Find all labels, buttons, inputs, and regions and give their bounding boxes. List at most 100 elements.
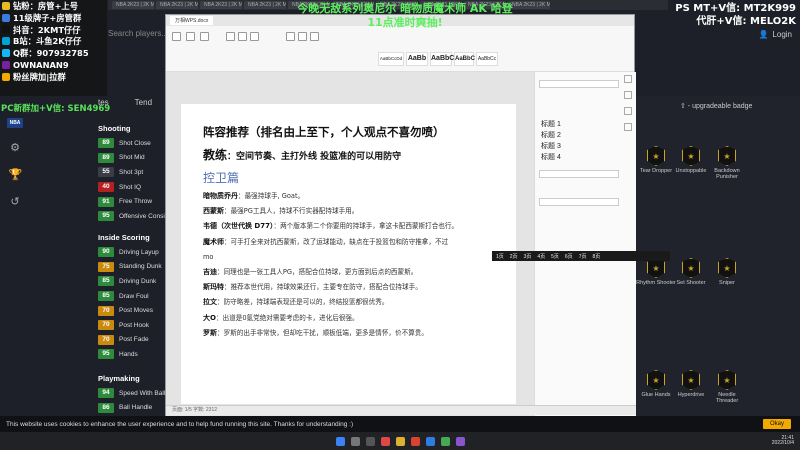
pen-icon[interactable] bbox=[624, 91, 632, 99]
attribute-row[interactable]: 89 Shot Mid bbox=[98, 151, 165, 166]
style-heading-4[interactable]: AaBbCc bbox=[476, 52, 498, 66]
badge[interactable]: ★ Hyperdrive bbox=[671, 370, 711, 398]
float-toolbar-item[interactable]: 6页 bbox=[565, 253, 573, 260]
attribute-row[interactable]: 95 Offensive Consi bbox=[98, 209, 165, 224]
attribute-row[interactable]: 94 Speed With Ball bbox=[98, 386, 165, 401]
attribute-row[interactable]: 91 Free Throw bbox=[98, 194, 165, 209]
player-description: ：最强持球手, Goat。 bbox=[238, 192, 305, 200]
browser-tab[interactable]: NBA 2K23 | 2K M bbox=[200, 1, 242, 9]
wps-icon[interactable] bbox=[410, 436, 420, 446]
italic-icon[interactable] bbox=[238, 32, 247, 41]
attribute-row[interactable]: 75 Standing Dunk bbox=[98, 260, 162, 275]
attribute-row[interactable]: 95 Hands bbox=[98, 347, 162, 362]
side-panel-dropdown[interactable] bbox=[539, 80, 619, 88]
align-center-icon[interactable] bbox=[298, 32, 307, 41]
float-toolbar-item[interactable]: 2页 bbox=[510, 253, 518, 260]
style-heading-3[interactable]: AaBbC bbox=[454, 52, 475, 66]
cookie-okay-button[interactable]: Okay bbox=[763, 419, 791, 429]
stream-info-box: 钻粉：房管+上号 11级牌子+房管群 抖音：2KMT仔仔 B站：斗鱼2K仔仔 Q群：90… bbox=[0, 0, 107, 96]
obs-icon[interactable] bbox=[455, 436, 465, 446]
folder-icon[interactable] bbox=[395, 436, 405, 446]
trophy-icon[interactable]: 🏆 bbox=[9, 169, 23, 182]
attribute-value: 55 bbox=[98, 167, 114, 178]
attribute-row[interactable]: 90 Driving Layup bbox=[98, 245, 162, 260]
steam-icon[interactable] bbox=[425, 436, 435, 446]
pointer-icon[interactable] bbox=[624, 75, 632, 83]
player-name: 大O bbox=[203, 313, 216, 322]
top-right-line-1: PS MT+V信: MT2K999 bbox=[675, 3, 796, 14]
float-toolbar-item[interactable]: 5页 bbox=[551, 253, 559, 260]
attribute-row[interactable]: 70 Post Moves bbox=[98, 303, 162, 318]
attribute-row[interactable]: 85 Driving Dunk bbox=[98, 274, 162, 289]
doc-body: 暗物质乔丹：最强持球手, Goat。 西蒙斯：最强PG工具人，持球不行实器配持球手… bbox=[203, 192, 494, 337]
shape-icon[interactable] bbox=[624, 107, 632, 115]
float-toolbar-item[interactable]: 1页 bbox=[496, 253, 504, 260]
badge[interactable]: ★ Rhythm Shooter bbox=[636, 258, 676, 286]
badge-icon: ★ bbox=[718, 370, 736, 390]
badge[interactable]: ★ Glue Hands bbox=[636, 370, 676, 398]
nav-heading-4[interactable]: 标题 4 bbox=[541, 152, 561, 162]
attribute-row[interactable]: 86 Ball Handle bbox=[98, 401, 165, 416]
attribute-row[interactable]: 89 Shot Close bbox=[98, 136, 165, 151]
attribute-name: Standing Dunk bbox=[119, 263, 162, 271]
attribute-row[interactable]: 40 Shot IQ bbox=[98, 180, 165, 195]
attribute-group: Inside Scoring 90 Driving Layup 75 Standing … bbox=[98, 233, 162, 362]
nav-heading-3[interactable]: 标题 3 bbox=[541, 141, 561, 151]
underline-icon[interactable] bbox=[250, 32, 259, 41]
doc-title: 阵容推荐（排名由上至下，个人观点不喜勿喷） bbox=[203, 125, 445, 139]
gear-icon[interactable]: ⚙ bbox=[9, 142, 22, 155]
float-toolbar-item[interactable]: 4页 bbox=[537, 253, 545, 260]
bold-icon[interactable] bbox=[226, 32, 235, 41]
attribute-row[interactable]: 70 Post Fade bbox=[98, 333, 162, 348]
style-heading-1[interactable]: AaBb bbox=[406, 52, 428, 66]
app-icon[interactable] bbox=[440, 436, 450, 446]
attribute-name: Post Fade bbox=[119, 336, 149, 344]
search-icon[interactable] bbox=[350, 436, 360, 446]
badge-icon: ★ bbox=[647, 258, 665, 278]
badge-icon: ★ bbox=[718, 258, 736, 278]
attribute-row[interactable]: 70 Post Hook bbox=[98, 318, 162, 333]
badge[interactable]: ★ Unstoppable bbox=[671, 146, 711, 174]
style-normal[interactable]: AaBbCcDd bbox=[378, 52, 404, 66]
attribute-row[interactable]: 85 Draw Foul bbox=[98, 289, 162, 304]
search-players-input[interactable]: Search players... bbox=[108, 29, 168, 38]
attribute-value: 95 bbox=[98, 211, 114, 222]
nba-logo-icon[interactable]: NBA bbox=[7, 118, 23, 128]
badge-name: Backdown Punisher bbox=[714, 168, 740, 180]
badge[interactable]: ★ Tear Dropper bbox=[636, 146, 676, 174]
player-description: ：可手打全来对抗西蒙斯，改了运球能动，缺点在于投篮包和防守推拿，不过 bbox=[224, 237, 449, 246]
side-panel-select[interactable] bbox=[539, 170, 619, 178]
badge[interactable]: ★ Set Shooter bbox=[671, 258, 711, 286]
style-heading-2[interactable]: AaBbC bbox=[430, 52, 454, 66]
banner-line-1: 今晚无敌系列奥尼尔 暗物质魔术师 AK 哈登 bbox=[297, 2, 513, 15]
attribute-row[interactable]: 55 Shot 3pt bbox=[98, 165, 165, 180]
align-right-icon[interactable] bbox=[310, 32, 319, 41]
badge[interactable]: ★ Backdown Punisher bbox=[707, 146, 747, 180]
copy-icon[interactable] bbox=[200, 32, 209, 41]
browser-icon[interactable] bbox=[380, 436, 390, 446]
paste-icon[interactable] bbox=[172, 32, 181, 41]
browser-tab[interactable]: NBA 2K23 | 2K M bbox=[112, 1, 154, 9]
badge[interactable]: ★ Sniper bbox=[707, 258, 747, 286]
task-view-icon[interactable] bbox=[365, 436, 375, 446]
nav-heading-1[interactable]: 标题 1 bbox=[541, 119, 561, 129]
float-toolbar-item[interactable]: 8页 bbox=[592, 253, 600, 260]
float-toolbar-item[interactable]: 7页 bbox=[579, 253, 587, 260]
float-toolbar-item[interactable]: 3页 bbox=[524, 253, 532, 260]
side-panel-select-2[interactable] bbox=[539, 198, 619, 206]
doc-page[interactable]: 阵容推荐（排名由上至下，个人观点不喜勿喷） 教练：空间节奏、主打外线 投篮准的可… bbox=[181, 104, 516, 404]
align-left-icon[interactable] bbox=[286, 32, 295, 41]
cut-icon[interactable] bbox=[186, 32, 195, 41]
taskbar-clock[interactable]: 21:41 2022/10/4 bbox=[772, 436, 794, 446]
doc-tab[interactable]: 万相WPS.docx bbox=[170, 16, 214, 25]
tab-tendencies[interactable]: Tend bbox=[135, 98, 152, 107]
badge-name: Sniper bbox=[719, 280, 735, 286]
history-icon[interactable]: ↺ bbox=[9, 196, 22, 209]
list-icon[interactable] bbox=[624, 123, 632, 131]
nav-heading-2[interactable]: 标题 2 bbox=[541, 130, 561, 140]
badge[interactable]: ★ Needle Threader bbox=[707, 370, 747, 404]
login-button[interactable]: 👤 Login bbox=[758, 30, 792, 39]
attribute-name: Offensive Consi bbox=[119, 212, 165, 220]
browser-tab[interactable]: NBA 2K23 | 2K M bbox=[156, 1, 198, 9]
start-icon[interactable] bbox=[335, 436, 345, 446]
